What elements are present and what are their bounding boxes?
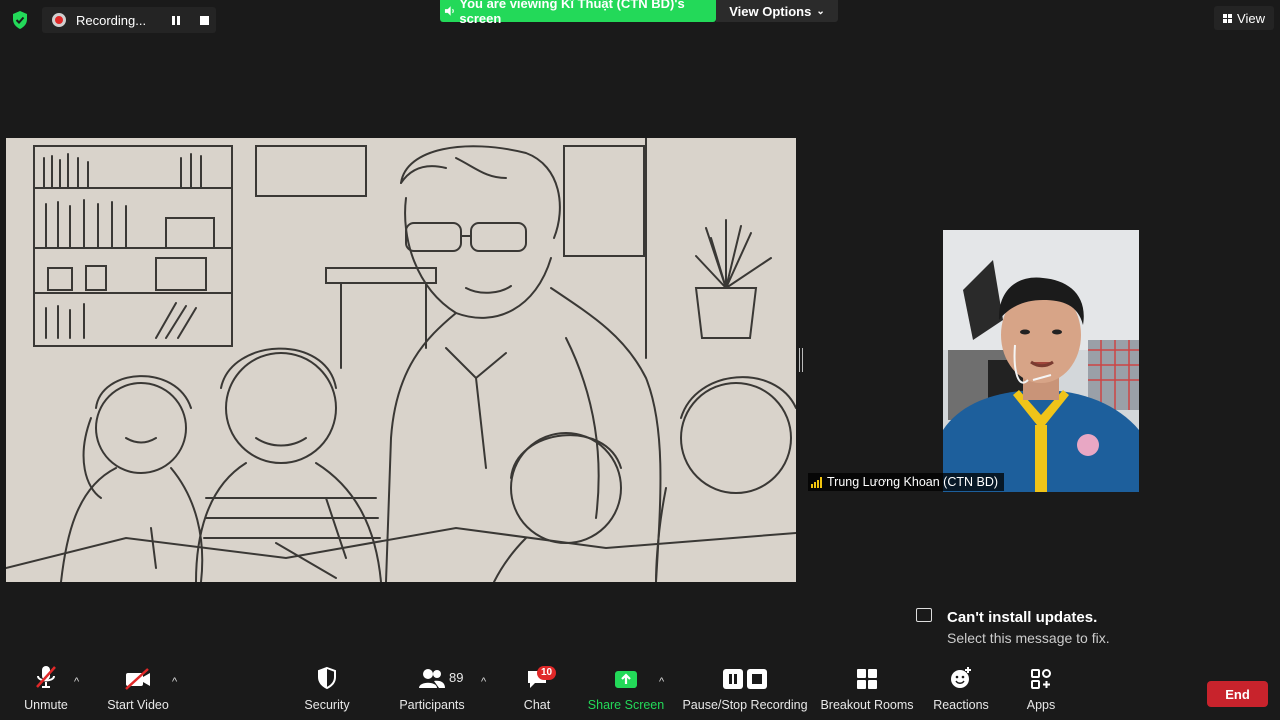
security-label: Security xyxy=(304,698,350,712)
chat-unread-badge: 10 xyxy=(537,666,557,680)
viewing-screen-banner: You are viewing Kĩ Thuật (CTN BD)'s scre… xyxy=(440,0,716,26)
recording-indicator: Recording... xyxy=(42,7,216,33)
reactions-label: Reactions xyxy=(933,698,989,712)
meeting-toolbar: Unmute ^ Start Video ^ Security Particip… xyxy=(0,660,1280,720)
share-screen-button[interactable]: Share Screen xyxy=(588,660,664,720)
share-options-caret-icon[interactable]: ^ xyxy=(659,676,664,688)
video-camera-off-icon xyxy=(125,668,150,690)
participants-icon xyxy=(419,669,445,688)
chat-label: Chat xyxy=(523,698,551,712)
end-meeting-button[interactable]: End xyxy=(1207,681,1268,707)
unmute-button[interactable]: Unmute xyxy=(20,660,72,720)
apps-label: Apps xyxy=(1026,698,1056,712)
security-button[interactable]: Security xyxy=(302,660,352,720)
end-label: End xyxy=(1225,686,1250,702)
start-video-label: Start Video xyxy=(107,698,169,712)
pause-stop-recording-button[interactable]: Pause/Stop Recording xyxy=(682,660,808,720)
chat-button[interactable]: 10 Chat xyxy=(516,660,558,720)
video-options-caret-icon[interactable]: ^ xyxy=(172,676,177,688)
shield-icon xyxy=(318,666,336,690)
viewing-banner-text: You are viewing Kĩ Thuật (CTN BD)'s scre… xyxy=(459,0,685,26)
participants-label: Participants xyxy=(399,698,465,712)
share-screen-label: Share Screen xyxy=(587,698,665,712)
breakout-rooms-button[interactable]: Breakout Rooms xyxy=(818,660,916,720)
notification-title: Can't install updates. xyxy=(947,609,1098,626)
pause-stop-recording-label: Pause/Stop Recording xyxy=(682,698,808,712)
start-video-button[interactable]: Start Video xyxy=(104,660,172,720)
update-icon xyxy=(916,608,932,622)
view-options-button[interactable]: View Options ⌄ xyxy=(716,0,838,22)
security-shield-icon[interactable] xyxy=(10,10,30,30)
breakout-rooms-icon xyxy=(857,669,877,689)
speaker-icon xyxy=(444,6,454,16)
audio-options-caret-icon[interactable]: ^ xyxy=(74,676,79,688)
signal-strength-icon xyxy=(811,476,822,488)
pause-recording-button[interactable] xyxy=(164,8,188,32)
participant-name-tag: Trung Lương Khoan (CTN BD) xyxy=(808,473,1005,491)
reactions-button[interactable]: Reactions xyxy=(930,660,992,720)
chevron-down-icon: ⌄ xyxy=(816,5,825,17)
resize-handle[interactable] xyxy=(799,348,803,372)
update-notification[interactable]: Can't install updates. Select this messa… xyxy=(910,600,1160,652)
view-button[interactable]: View xyxy=(1214,6,1274,30)
reactions-smiley-icon xyxy=(951,667,971,688)
view-label: View xyxy=(1237,10,1265,26)
apps-button[interactable]: Apps xyxy=(1020,660,1062,720)
pause-stop-icon xyxy=(723,669,767,689)
view-options-label: View Options xyxy=(729,3,812,19)
recording-text: Recording... xyxy=(76,12,147,28)
stop-recording-button[interactable] xyxy=(192,8,216,32)
breakout-rooms-label: Breakout Rooms xyxy=(820,698,914,712)
microphone-muted-icon xyxy=(36,666,56,688)
apps-icon xyxy=(1031,669,1051,689)
sketch-drawing xyxy=(6,138,796,582)
unmute-label: Unmute xyxy=(24,698,68,712)
notification-subtitle: Select this message to fix. xyxy=(947,630,1110,646)
participants-count: 89 xyxy=(449,670,464,685)
participant-image xyxy=(943,230,1139,492)
shared-screen[interactable] xyxy=(6,138,796,582)
share-screen-icon xyxy=(615,671,637,688)
stop-icon xyxy=(199,15,209,25)
participants-button[interactable]: Participants xyxy=(398,660,466,720)
pause-icon xyxy=(172,15,180,25)
recording-dot-icon xyxy=(52,13,66,27)
participant-name: Trung Lương Khoan (CTN BD) xyxy=(827,475,999,489)
participants-options-caret-icon[interactable]: ^ xyxy=(481,676,486,688)
participant-video[interactable] xyxy=(943,230,1139,492)
grid-view-icon xyxy=(1223,13,1233,23)
